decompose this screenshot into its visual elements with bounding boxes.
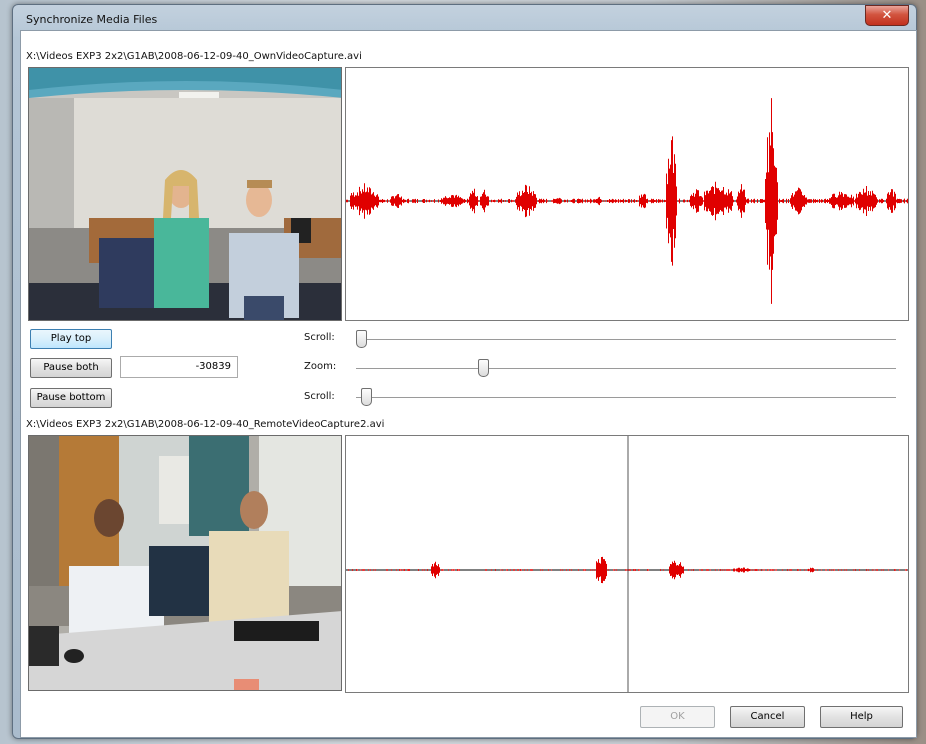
top-waveform-panel[interactable] <box>345 67 909 321</box>
pause-bottom-button[interactable]: Pause bottom <box>30 388 112 408</box>
bottom-audio-waveform[interactable] <box>346 436 908 692</box>
pause-both-button[interactable]: Pause both <box>30 358 112 378</box>
bottom-waveform-panel[interactable] <box>345 435 909 693</box>
scroll-top-slider[interactable] <box>356 330 367 348</box>
bottom-video-frame <box>28 435 342 691</box>
top-video-image <box>29 68 341 320</box>
scroll-bottom-slider[interactable] <box>361 388 373 406</box>
cancel-button[interactable]: Cancel <box>730 706 805 728</box>
top-video-frame <box>28 67 342 321</box>
scroll-top-label: Scroll: <box>304 332 335 343</box>
top-audio-waveform[interactable] <box>346 68 908 320</box>
ok-button[interactable]: OK <box>640 706 715 728</box>
zoom-slider[interactable] <box>477 359 489 377</box>
help-button[interactable]: Help <box>820 706 903 728</box>
window-title: Synchronize Media Files <box>26 13 158 26</box>
zoom-label: Zoom: <box>304 361 337 372</box>
scroll-bottom-track <box>356 397 896 398</box>
offset-field[interactable]: -30839 <box>120 356 238 378</box>
scroll-top-track <box>356 339 896 340</box>
top-file-path: X:\Videos EXP3 2x2\G1AB\2008-06-12-09-40… <box>26 51 362 62</box>
zoom-track <box>356 368 896 369</box>
play-top-button[interactable]: Play top <box>30 329 112 349</box>
scroll-bottom-label: Scroll: <box>304 391 335 402</box>
bottom-file-path: X:\Videos EXP3 2x2\G1AB\2008-06-12-09-40… <box>26 419 385 430</box>
bottom-video-image <box>29 436 341 690</box>
close-button[interactable]: ✕ <box>865 5 909 26</box>
